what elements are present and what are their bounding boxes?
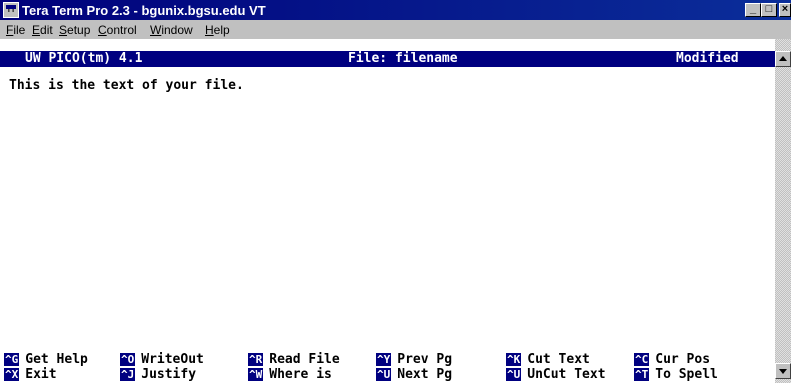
shortcut-justify[interactable]: ^J Justify [120,367,196,382]
vertical-scrollbar[interactable] [775,39,791,383]
shortcut-prev-page[interactable]: ^Y Prev Pg [376,352,452,367]
shortcut-cur-pos[interactable]: ^C Cur Pos [634,352,710,367]
menu-file[interactable]: File [6,23,25,37]
pico-status: Modified [676,51,739,66]
pico-filename: File: filename [348,51,458,66]
shortcut-key: ^W [248,368,264,381]
shortcut-label: Justify [141,367,197,382]
shortcut-label: Cut Text [527,352,590,367]
shortcut-label: UnCut Text [527,367,606,382]
title-bar[interactable]: TT Tera Term Pro 2.3 - bgunix.bgsu.edu V… [0,0,791,20]
shortcut-label: Prev Pg [397,352,453,367]
shortcut-read-file[interactable]: ^R Read File [248,352,340,367]
pico-version: UW PICO(tm) 4.1 [25,51,143,66]
file-content-line[interactable]: This is the text of your file. [9,78,244,94]
shortcut-uncut-text[interactable]: ^U UnCut Text [506,367,606,382]
shortcut-cut-text[interactable]: ^K Cut Text [506,352,590,367]
menu-control[interactable]: Control [98,23,137,37]
shortcut-key: ^U [376,368,392,381]
shortcut-to-spell[interactable]: ^T To Spell [634,367,718,382]
maximize-icon[interactable]: □ [761,3,777,17]
tera-term-window: TT Tera Term Pro 2.3 - bgunix.bgsu.edu V… [0,0,791,383]
shortcut-bar: ^G Get Help ^O WriteOut ^R Read File ^Y Prev… [0,352,775,383]
window-title: Tera Term Pro 2.3 - bgunix.bgsu.edu VT [22,3,266,18]
shortcut-key: ^T [634,368,650,381]
shortcut-label: WriteOut [141,352,204,367]
pico-header-bar: UW PICO(tm) 4.1 File: filename Modified [0,51,775,67]
terminal-screen[interactable]: UW PICO(tm) 4.1 File: filename Modified … [0,39,775,383]
menu-window[interactable]: Window [150,23,193,37]
shortcut-key: ^O [120,353,136,366]
scroll-up-arrow-icon [779,56,787,61]
shortcut-key: ^U [506,368,522,381]
shortcut-where-is[interactable]: ^W Where is [248,367,332,382]
shortcut-label: To Spell [655,367,718,382]
shortcut-key: ^G [4,353,20,366]
scroll-up-button[interactable] [775,51,791,67]
menu-help[interactable]: Help [205,23,230,37]
shortcut-key: ^X [4,368,20,381]
shortcut-key: ^R [248,353,264,366]
menu-setup[interactable]: Setup [59,23,90,37]
menu-edit[interactable]: Edit [32,23,53,37]
minimize-icon[interactable]: _ [745,3,761,17]
close-icon[interactable]: × [779,3,791,17]
shortcut-key: ^Y [376,353,392,366]
shortcut-label: Where is [269,367,332,382]
app-icon[interactable]: TT [3,2,19,18]
shortcut-label: Get Help [25,352,88,367]
shortcut-exit[interactable]: ^X Exit [4,367,57,382]
menu-bar: File Edit Setup Control Window Help [0,20,791,39]
shortcut-label: Exit [25,367,57,382]
scroll-down-button[interactable] [775,363,791,379]
shortcut-next-page[interactable]: ^U Next Pg [376,367,452,382]
scroll-down-arrow-icon [779,369,787,374]
shortcut-label: Next Pg [397,367,453,382]
shortcut-key: ^K [506,353,522,366]
shortcut-key: ^J [120,368,136,381]
shortcut-writeout[interactable]: ^O WriteOut [120,352,204,367]
shortcut-key: ^C [634,353,650,366]
shortcut-get-help[interactable]: ^G Get Help [4,352,88,367]
shortcut-label: Cur Pos [655,352,711,367]
shortcut-label: Read File [269,352,340,367]
